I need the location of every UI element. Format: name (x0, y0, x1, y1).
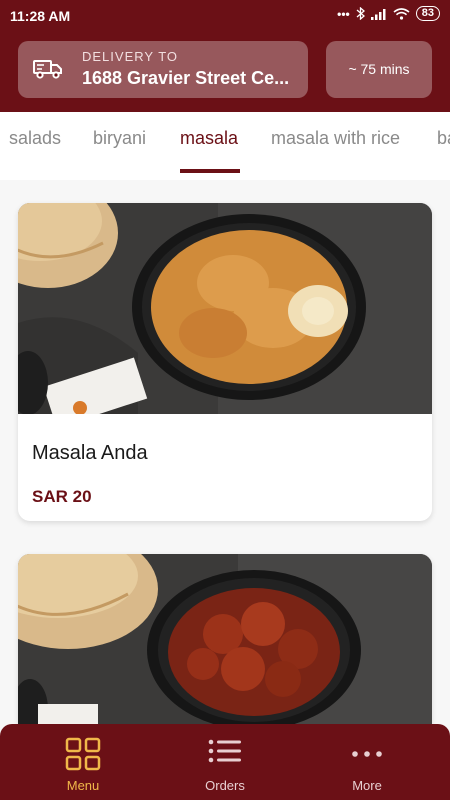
item-name: Masala Anda (32, 442, 148, 464)
tab-partial[interactable]: ba (437, 128, 450, 149)
category-tabs: salads biryani masala masala with rice b… (0, 112, 450, 180)
delivery-label: DELIVERY TO (82, 49, 179, 64)
delivery-location-selector[interactable]: DELIVERY TO 1688 Gravier Street Ce... (18, 41, 308, 98)
nav-menu-label: Menu (66, 778, 100, 793)
grid-icon (65, 737, 101, 771)
nav-more-label: More (352, 778, 382, 793)
battery-indicator: 83 (415, 6, 440, 21)
delivery-truck-icon (33, 60, 62, 79)
app-header: 11:28 AM ••• 83 DELIVERY TO 1688 Gravier… (0, 0, 450, 112)
active-tab-indicator (180, 169, 240, 173)
tab-salads[interactable]: salads (9, 128, 61, 149)
wifi-icon (393, 7, 410, 20)
masala-anda-image (18, 203, 432, 414)
menu-item-card[interactable]: Masala Anda SAR 20 (18, 203, 432, 521)
status-time: 11:28 AM (10, 8, 71, 24)
status-bar: 11:28 AM ••• 83 (0, 0, 450, 32)
tab-masala[interactable]: masala (180, 128, 238, 149)
item-price: SAR 20 (32, 487, 92, 506)
menu-item-image (18, 554, 432, 724)
tab-biryani[interactable]: biryani (93, 128, 146, 149)
nav-orders[interactable]: Orders (150, 724, 300, 800)
bluetooth-icon (356, 7, 365, 20)
nav-more[interactable]: More (292, 724, 442, 800)
eta-text: ~ 75 mins (348, 61, 410, 77)
nav-menu[interactable]: Menu (8, 724, 158, 800)
menu-item-card[interactable] (18, 554, 432, 724)
bottom-navigation: Menu Orders More (0, 724, 450, 800)
more-dots-icon (352, 751, 382, 757)
signal-icon (370, 8, 386, 20)
notification-dots-icon: ••• (337, 6, 350, 21)
eta-badge[interactable]: ~ 75 mins (326, 41, 432, 98)
list-icon (208, 739, 241, 763)
nav-orders-label: Orders (205, 778, 245, 793)
delivery-address: 1688 Gravier Street Ce... (82, 68, 290, 88)
status-icons: ••• 83 (337, 6, 440, 21)
tab-masala-with-rice[interactable]: masala with rice (271, 128, 400, 149)
menu-item-list: Masala Anda SAR 20 (0, 180, 450, 724)
